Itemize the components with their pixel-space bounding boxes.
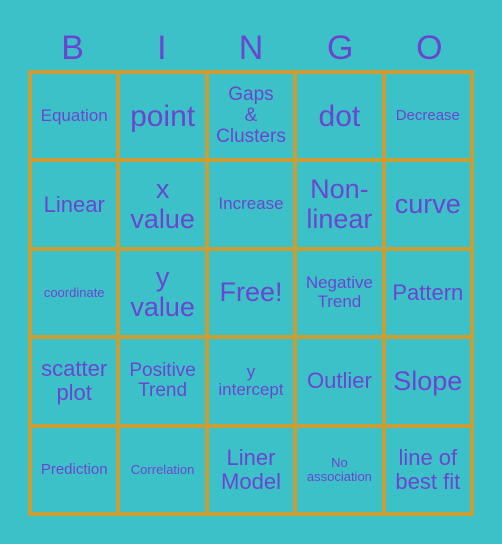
bingo-cell-label: Positive Trend bbox=[129, 359, 196, 402]
bingo-cell[interactable]: Outlier bbox=[295, 337, 384, 426]
bingo-cell-label: coordinate bbox=[43, 284, 105, 300]
bingo-cell-label: Gaps & Clusters bbox=[216, 83, 286, 147]
bingo-cell-label: Linear bbox=[43, 191, 105, 217]
bingo-cell-label: dot bbox=[318, 99, 361, 133]
bingo-cell[interactable]: scatter plot bbox=[30, 337, 119, 426]
bingo-cell[interactable]: Linear bbox=[30, 160, 119, 249]
bingo-cell[interactable]: Prediction bbox=[30, 425, 119, 514]
bingo-cell[interactable]: Increase bbox=[206, 160, 296, 249]
bingo-cell-label: point bbox=[130, 99, 196, 133]
bingo-cell[interactable]: Negative Trend bbox=[295, 248, 384, 338]
header-letter-i: I bbox=[157, 29, 167, 67]
bingo-cell-label: Liner Model bbox=[221, 444, 281, 494]
bingo-cell[interactable]: line of best fit bbox=[383, 425, 472, 514]
bingo-cell[interactable]: x value bbox=[118, 160, 207, 249]
bingo-card-grid: Equation point Gaps & Clusters dot Decrease Lin… bbox=[28, 70, 474, 516]
bingo-cell[interactable]: No association bbox=[295, 425, 384, 514]
bingo-cell-label: No association bbox=[306, 454, 372, 484]
bingo-cell[interactable]: Slope bbox=[383, 337, 472, 426]
bingo-cell-label: line of best fit bbox=[395, 444, 461, 494]
bingo-free-space[interactable]: Free! bbox=[206, 248, 296, 338]
bingo-cell-label: Pattern bbox=[392, 279, 464, 305]
bingo-cell[interactable]: point bbox=[118, 72, 207, 161]
bingo-cell[interactable]: curve bbox=[383, 160, 472, 249]
bingo-cell-label: Non-linear bbox=[306, 173, 373, 234]
bingo-cell-label: Outlier bbox=[306, 368, 372, 394]
bingo-cell[interactable]: y intercept bbox=[206, 337, 296, 426]
bingo-cell-label: curve bbox=[394, 188, 461, 219]
bingo-cell-label: scatter plot bbox=[41, 356, 108, 406]
bingo-cell-label: Decrease bbox=[395, 106, 460, 124]
header-letter-o: O bbox=[416, 29, 443, 67]
bingo-cell-label: Equation bbox=[40, 105, 108, 125]
bingo-cell[interactable]: coordinate bbox=[30, 248, 119, 338]
bingo-cell[interactable]: dot bbox=[295, 72, 384, 161]
bingo-cell[interactable]: Non-linear bbox=[295, 160, 384, 249]
bingo-cell-label: y value bbox=[130, 262, 195, 322]
bingo-cell-label: Free! bbox=[219, 277, 283, 308]
bingo-cell-label: y intercept bbox=[218, 361, 284, 400]
bingo-cell[interactable]: Gaps & Clusters bbox=[206, 72, 296, 161]
bingo-cell-label: Negative Trend bbox=[305, 273, 373, 311]
bingo-cell-label: x value bbox=[130, 173, 195, 234]
bingo-cell[interactable]: Liner Model bbox=[206, 425, 296, 514]
bingo-header: B I N G O bbox=[28, 26, 474, 70]
bingo-cell-label: Prediction bbox=[40, 460, 108, 478]
bingo-cell[interactable]: Correlation bbox=[118, 425, 207, 514]
bingo-cell[interactable]: Equation bbox=[30, 72, 119, 161]
bingo-cell-label: Increase bbox=[218, 194, 284, 214]
bingo-cell[interactable]: y value bbox=[118, 248, 207, 338]
bingo-cell-label: Slope bbox=[393, 365, 463, 396]
bingo-cell-label: Correlation bbox=[130, 461, 195, 477]
bingo-cell[interactable]: Pattern bbox=[383, 248, 472, 338]
header-letter-g: G bbox=[326, 29, 354, 67]
bingo-cell[interactable]: Decrease bbox=[383, 72, 472, 161]
bingo-cell[interactable]: Positive Trend bbox=[118, 337, 207, 426]
header-letter-b: B bbox=[61, 29, 84, 67]
header-letter-n: N bbox=[238, 29, 264, 67]
